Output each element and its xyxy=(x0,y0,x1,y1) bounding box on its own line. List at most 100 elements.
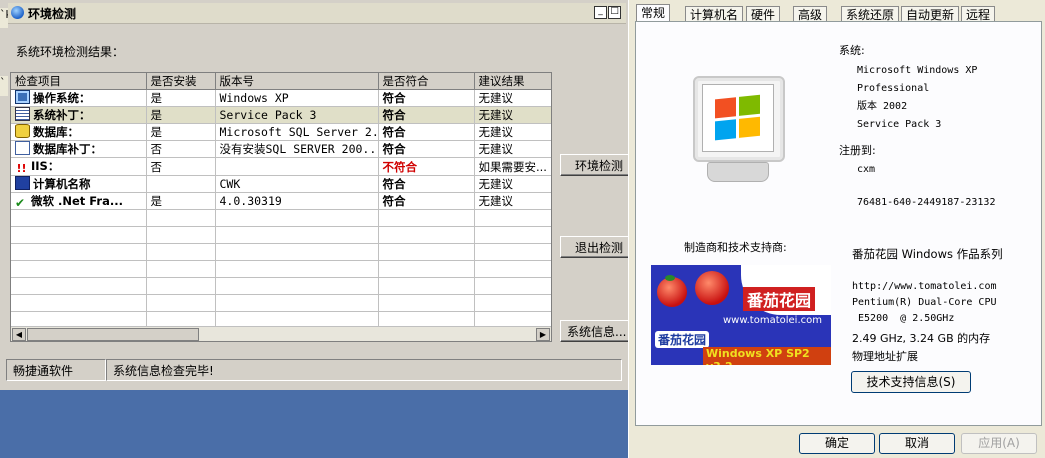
cell-installed: 是 xyxy=(146,192,216,210)
empty-cell xyxy=(378,277,475,295)
horizontal-scrollbar[interactable]: ◀ ▶ xyxy=(11,326,551,341)
empty-row xyxy=(11,260,551,278)
product-id: 76481-640-2449187-23132 xyxy=(857,197,996,208)
cell-match: 符合 xyxy=(378,123,475,141)
item-label: 微软 .Net Fra... xyxy=(31,194,123,208)
cell-match: 符合 xyxy=(378,89,475,107)
tomato-icon-2 xyxy=(695,271,729,305)
cell-installed: 是 xyxy=(146,123,216,141)
support-url: http://www.tomatolei.com xyxy=(852,281,997,292)
table-row[interactable]: 数据库补丁： 否没有安装SQL SERVER 200... 符合 无建议 xyxy=(11,140,551,158)
env-check-window: `k ` 环境检测 _ □ 系统环境检测结果： 检查项目 是否安装 版本号 是否… xyxy=(0,0,630,390)
grid-header-row: 检查项目 是否安装 版本号 是否符合 建议结果 xyxy=(11,73,551,90)
env-check-button[interactable]: 环境检测 xyxy=(560,154,630,176)
item-label: 操作系统： xyxy=(33,91,91,105)
empty-cell xyxy=(11,226,147,244)
item-label: 系统补丁： xyxy=(33,108,91,122)
cell-version: Microsoft SQL Server 2... xyxy=(215,123,379,141)
table-row[interactable]: !! IIS： 否 不符合 如果需要安... xyxy=(11,157,551,176)
cell-item: 系统补丁： xyxy=(11,106,147,124)
table-row[interactable]: ✔ 微软 .Net Fra... 是 4.0.30319 符合 无建议 xyxy=(11,192,551,210)
cell-suggestion: 无建议 xyxy=(474,140,551,158)
database-icon xyxy=(15,124,30,138)
empty-cell xyxy=(146,209,216,227)
os-service-pack: Service Pack 3 xyxy=(857,119,942,130)
cell-item: ✔ 微软 .Net Fra... xyxy=(11,192,147,210)
monitor-screen xyxy=(693,76,785,162)
minimize-button[interactable]: _ xyxy=(594,6,607,19)
results-grid[interactable]: 检查项目 是否安装 版本号 是否符合 建议结果 操作系统：是 Windows XP… xyxy=(10,72,552,342)
cancel-button[interactable]: 取消 xyxy=(879,433,955,454)
col-header-suggestion[interactable]: 建议结果 xyxy=(474,73,551,90)
system-info-button[interactable]: 系统信息... xyxy=(560,320,630,342)
empty-cell xyxy=(474,226,551,244)
empty-cell xyxy=(11,294,147,312)
empty-cell xyxy=(378,260,475,278)
system-properties-dialog: 常规 计算机名 硬件 高级 系统还原 自动更新 远程 系统: Microsoft… xyxy=(628,0,1045,458)
empty-cell xyxy=(215,226,379,244)
cell-suggestion: 无建议 xyxy=(474,192,551,210)
empty-cell xyxy=(215,260,379,278)
col-header-item[interactable]: 检查项目 xyxy=(11,73,147,90)
ok-button[interactable]: 确定 xyxy=(799,433,875,454)
leaf-icon xyxy=(665,275,675,281)
scroll-thumb[interactable] xyxy=(27,328,199,341)
cell-match: 符合 xyxy=(378,106,475,124)
windows-monitor-logo-icon xyxy=(689,74,785,190)
tab-auto-update[interactable]: 自动更新 xyxy=(901,6,960,22)
cell-suggestion: 如果需要安... xyxy=(474,157,551,176)
background-window-fragment: `k xyxy=(0,8,12,28)
scroll-right-arrow-icon[interactable]: ▶ xyxy=(536,328,550,341)
table-row[interactable]: 数据库： 是 Microsoft SQL Server 2... 符合 无建议 xyxy=(11,123,551,141)
tab-advanced[interactable]: 高级 xyxy=(793,6,828,22)
item-label: IIS： xyxy=(31,159,60,173)
status-message: 系统信息检查完毕! xyxy=(106,359,622,381)
os-edition: Professional xyxy=(857,83,930,94)
hardware-info: http://www.tomatolei.com Pentium(R) Dual… xyxy=(852,279,997,327)
monitor-icon xyxy=(15,176,30,190)
col-header-version[interactable]: 版本号 xyxy=(215,73,379,90)
tab-system-restore[interactable]: 系统还原 xyxy=(841,6,900,22)
monitor-glass xyxy=(702,84,774,152)
maximize-button[interactable]: □ xyxy=(608,6,621,19)
tab-hardware[interactable]: 硬件 xyxy=(746,6,781,22)
windows-flag-icon xyxy=(715,94,761,142)
cpu-memory: 2.49 GHz, 3.24 GB 的内存 xyxy=(852,332,991,345)
registered-user: cxm xyxy=(857,164,876,175)
tech-support-button[interactable]: 技术支持信息(S) xyxy=(851,371,971,393)
apply-button[interactable]: 应用(A) xyxy=(961,433,1037,454)
oem-logo-banner: 番茄花园 www.tomatolei.com 番茄花园 Windows XP S… xyxy=(651,265,831,365)
checkmark-icon: ✔ xyxy=(15,196,26,210)
banner-pill: 番茄花园 xyxy=(655,331,710,348)
document-icon xyxy=(15,141,30,155)
tomato-icon xyxy=(657,277,687,307)
empty-cell xyxy=(215,209,379,227)
tab-remote[interactable]: 远程 xyxy=(961,6,996,22)
empty-cell xyxy=(474,209,551,227)
cell-version xyxy=(215,157,379,176)
col-header-installed[interactable]: 是否安装 xyxy=(146,73,216,90)
env-window-titlebar[interactable]: 环境检测 _ □ xyxy=(8,3,626,24)
empty-cell xyxy=(146,260,216,278)
general-tab-panel: 系统: Microsoft Windows XP Professional 版本… xyxy=(635,21,1042,426)
cell-installed xyxy=(146,175,216,193)
cell-version: 4.0.30319 xyxy=(215,192,379,210)
scroll-left-arrow-icon[interactable]: ◀ xyxy=(12,328,26,341)
cell-suggestion: 无建议 xyxy=(474,123,551,141)
cell-installed: 是 xyxy=(146,89,216,107)
table-row[interactable]: 系统补丁： 是 Service Pack 3 符合 无建议 xyxy=(11,106,551,124)
cell-version: Service Pack 3 xyxy=(215,106,379,124)
item-label: 数据库补丁： xyxy=(33,142,102,156)
table-row[interactable]: 操作系统： 是 Windows XP 符合 无建议 xyxy=(11,89,551,107)
empty-cell xyxy=(11,260,147,278)
empty-cell xyxy=(215,294,379,312)
cell-installed: 否 xyxy=(146,157,216,176)
exit-check-button[interactable]: 退出检测 xyxy=(560,236,630,258)
tab-computer-name[interactable]: 计算机名 xyxy=(685,6,744,22)
col-header-match[interactable]: 是否符合 xyxy=(378,73,475,90)
table-row[interactable]: 计算机名称 CWK 符合 无建议 xyxy=(11,175,551,193)
empty-row xyxy=(11,243,551,261)
empty-cell xyxy=(146,294,216,312)
cell-item: 数据库补丁： xyxy=(11,140,147,158)
memory-info: 2.49 GHz, 3.24 GB 的内存 物理地址扩展 xyxy=(852,330,990,366)
